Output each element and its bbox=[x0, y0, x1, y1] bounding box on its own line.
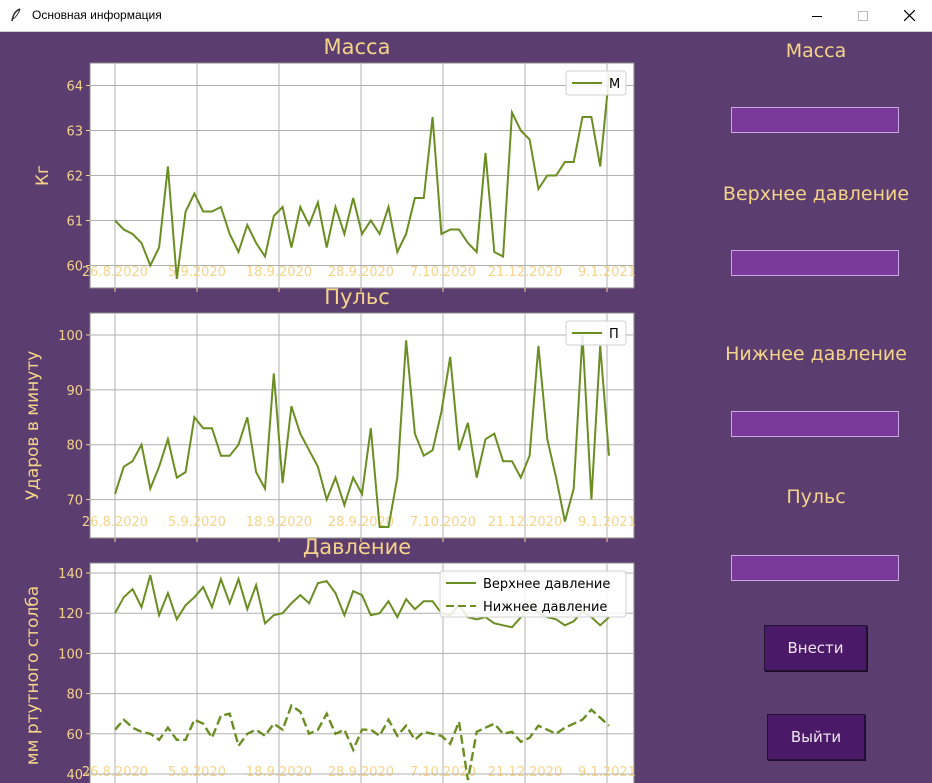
close-icon bbox=[903, 10, 915, 21]
chart-3: 26.8.2020 5.9.2020 18.9.2020 28.9.2020 7.10.… bbox=[23, 535, 636, 783]
y-axis-label: Ударов в минуту bbox=[23, 351, 43, 501]
x-tick-label: 7.10.2020 bbox=[410, 265, 476, 280]
y-tick-label: 63 bbox=[66, 125, 83, 140]
upper-pressure-label: Верхнее давление bbox=[722, 183, 910, 205]
y-tick-label: 40 bbox=[66, 768, 83, 783]
y-tick-label: 70 bbox=[66, 494, 83, 509]
chart-title: Масса bbox=[324, 35, 391, 59]
upper-pressure-input[interactable] bbox=[731, 250, 899, 276]
x-tick-label: 9.1.2021 bbox=[578, 765, 636, 780]
pulse-input[interactable] bbox=[731, 555, 899, 581]
legend-label: М bbox=[609, 77, 620, 92]
chart-title: Давление bbox=[303, 535, 411, 559]
y-tick-label: 140 bbox=[58, 567, 83, 582]
legend: П bbox=[565, 320, 627, 346]
x-tick-label: 5.9.2020 bbox=[168, 765, 226, 780]
y-tick-label: 120 bbox=[58, 607, 83, 622]
x-tick-label: 7.10.2020 bbox=[410, 515, 476, 530]
exit-button[interactable]: Выйти bbox=[767, 714, 865, 760]
y-tick-label: 62 bbox=[66, 170, 83, 185]
minimize-icon bbox=[812, 15, 822, 17]
x-tick-label: 18.9.2020 bbox=[246, 765, 312, 780]
lower-pressure-input[interactable] bbox=[731, 411, 899, 437]
x-tick-label: 9.1.2021 bbox=[578, 515, 636, 530]
x-tick-label: 18.9.2020 bbox=[246, 515, 312, 530]
y-tick-label: 90 bbox=[66, 384, 83, 399]
x-tick-label: 21.12.2020 bbox=[488, 765, 562, 780]
y-axis-label: мм ртутного столба bbox=[23, 586, 43, 765]
minimize-button[interactable] bbox=[794, 0, 840, 31]
legend: М bbox=[565, 70, 627, 96]
maximize-icon bbox=[858, 10, 868, 21]
x-tick-label: 26.8.2020 bbox=[82, 515, 148, 530]
x-tick-label: 26.8.2020 bbox=[82, 765, 148, 780]
legend: Верхнее давление Нижнее давление bbox=[439, 570, 627, 618]
legend-label: Верхнее давление bbox=[483, 577, 610, 592]
mass-label: Масса bbox=[785, 40, 847, 62]
x-tick-label: 5.9.2020 bbox=[168, 515, 226, 530]
feather-icon bbox=[11, 8, 21, 22]
charts-figure: 26.8.2020 5.9.2020 18.9.2020 28.9.2020 7.10.… bbox=[23, 35, 636, 783]
legend-label: П bbox=[609, 327, 619, 342]
title-bar: Основная информация bbox=[0, 0, 932, 32]
plot-area bbox=[89, 312, 635, 539]
x-tick-label: 28.9.2020 bbox=[328, 765, 394, 780]
y-tick-label: 64 bbox=[66, 80, 83, 95]
pulse-label: Пульс bbox=[786, 486, 846, 508]
maximize-button[interactable] bbox=[840, 0, 886, 31]
y-tick-label: 60 bbox=[66, 728, 83, 743]
chart-2: 26.8.2020 5.9.2020 18.9.2020 28.9.2020 7.10.… bbox=[23, 285, 636, 542]
chart-title: Пульс bbox=[324, 285, 390, 309]
x-tick-label: 9.1.2021 bbox=[578, 265, 636, 280]
x-tick-label: 21.12.2020 bbox=[488, 515, 562, 530]
close-button[interactable] bbox=[886, 0, 932, 31]
lower-pressure-label: Нижнее давление bbox=[725, 343, 907, 365]
y-tick-label: 60 bbox=[66, 260, 83, 275]
window-title: Основная информация bbox=[32, 8, 162, 22]
y-tick-label: 80 bbox=[66, 439, 83, 454]
submit-button[interactable]: Внести bbox=[764, 625, 867, 671]
y-axis-label: Кг bbox=[33, 165, 53, 186]
mass-input[interactable] bbox=[731, 107, 899, 133]
y-tick-label: 61 bbox=[66, 215, 83, 230]
legend-label: Нижнее давление bbox=[483, 600, 607, 615]
x-tick-label: 26.8.2020 bbox=[82, 265, 148, 280]
x-tick-label: 18.9.2020 bbox=[246, 265, 312, 280]
y-tick-label: 80 bbox=[66, 688, 83, 703]
y-tick-label: 100 bbox=[58, 647, 83, 662]
chart-1: 26.8.2020 5.9.2020 18.9.2020 28.9.2020 7.10.… bbox=[33, 35, 636, 292]
x-tick-label: 21.12.2020 bbox=[488, 265, 562, 280]
x-tick-label: 28.9.2020 bbox=[328, 265, 394, 280]
y-tick-label: 100 bbox=[58, 329, 83, 344]
